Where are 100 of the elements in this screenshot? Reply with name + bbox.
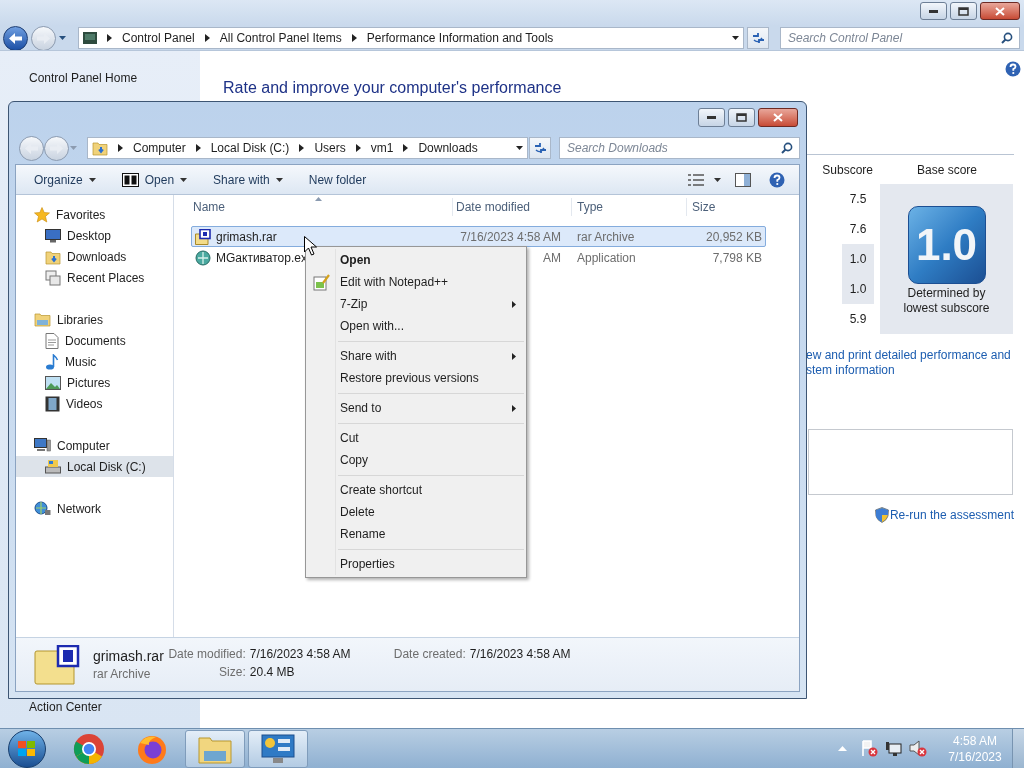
minimize-button[interactable] [698,108,725,127]
detail-value: 7/16/2023 4:58 AM [469,646,571,663]
file-name[interactable]: MGактиватор.ex [216,248,307,267]
back-button[interactable] [3,25,28,51]
search-icon [781,142,793,154]
details-link[interactable]: stem information [806,363,1014,378]
refresh-button[interactable] [747,27,769,49]
toolbar-button[interactable]: Share with [205,167,291,192]
computer-icon [34,438,51,453]
menu-item[interactable]: Send to [308,397,524,419]
menu-item[interactable]: Create shortcut [308,479,524,501]
close-icon [773,113,783,122]
search-field[interactable]: Search Downloads [559,137,800,159]
breadcrumb-item[interactable]: Users [314,139,346,157]
column-header[interactable]: Type [571,198,686,216]
minimize-icon [707,116,716,119]
nav-item[interactable]: Videos [16,393,173,414]
music-note-icon [45,353,59,370]
chevron-icon [204,34,210,42]
view-options-button[interactable] [688,173,721,186]
address-bar[interactable]: Control Panel All Control Panel Items Performance Information and Tools [78,27,744,49]
breadcrumb-item[interactable]: Control Panel [122,29,195,47]
base-score-caption: Determined by lowest subscore [902,286,991,316]
toolbar-button[interactable]: Open [113,167,196,192]
menu-item[interactable]: 7-Zip [308,293,524,315]
address-dropdown-icon [516,146,523,150]
caret-icon [88,177,96,182]
preview-pane-icon[interactable] [735,172,751,187]
caret-icon [275,177,283,182]
history-dropdown-icon [70,146,77,150]
nav-item[interactable]: Documents [16,330,173,351]
menu-item[interactable]: Edit with Notepad++ [308,271,524,293]
close-button[interactable] [980,2,1020,20]
column-header[interactable]: Size [686,198,766,216]
menu-item[interactable]: Share with [308,345,524,367]
column-header[interactable]: Name [191,198,452,216]
taskbar-button[interactable] [248,729,308,768]
help-icon[interactable] [1005,61,1021,77]
maximize-button[interactable] [950,2,977,20]
close-button[interactable] [758,108,798,127]
start-button[interactable] [8,729,46,768]
menu-item[interactable]: Restore previous versions [308,367,524,389]
breadcrumb-item[interactable]: vm1 [370,139,394,157]
search-field[interactable]: Search Control Panel [780,27,1020,49]
menu-item[interactable]: Delete [308,501,524,523]
file-name: grimash.rar [216,228,277,246]
sidebar-link[interactable]: Control Panel Home [29,71,138,85]
nav-item[interactable]: Recent Places [16,267,173,288]
nav-item[interactable]: Network [16,498,173,519]
chevron-icon [299,144,305,152]
file-type: rar Archive [576,228,636,246]
chevron-icon [403,144,409,152]
rerun-link[interactable]: Re-run the assessment [889,506,1014,524]
subscore-value: 1.0 [842,274,874,304]
file-date: 7/16/2023 4:58 AM [459,228,562,246]
folder-icon [92,140,108,156]
nav-item[interactable]: Pictures [16,372,173,393]
flag-warning-icon[interactable] [861,740,879,757]
nav-item[interactable]: Local Disk (C:) [16,456,173,477]
selected-file-name: grimash.rar [93,646,164,665]
history-dropdown-icon [59,36,66,40]
chevron-icon [355,144,361,152]
nav-item[interactable]: Favorites [16,204,173,225]
toolbar-button[interactable]: New folder [300,167,375,192]
nav-item[interactable]: Libraries [16,309,173,330]
menu-item[interactable]: Open [308,249,524,271]
nav-item[interactable]: Music [16,351,173,372]
submenu-arrow-icon [512,300,516,308]
sidebar-link[interactable]: Action Center [29,700,102,714]
nav-item[interactable]: Computer [16,435,173,456]
network-icon[interactable] [885,740,903,757]
file-row[interactable]: grimash.rar 7/16/2023 4:58 AM rar Archive 20,952 KB [191,226,766,247]
breadcrumb-item[interactable]: All Control Panel Items [219,29,342,47]
breadcrumb-item[interactable]: Downloads [418,139,478,157]
address-bar[interactable]: Computer Local Disk (C:) Users vm1 Downloads [87,137,528,159]
menu-item[interactable]: Rename [308,523,524,545]
file-size: 7,798 KB [711,249,762,267]
file-type: Application [576,249,637,267]
toolbar-button[interactable]: Organize [26,167,104,192]
chevron-icon [195,144,201,152]
breadcrumb-item[interactable]: Performance Information and Tools [366,29,554,47]
details-link[interactable]: ew and print detailed performance and [806,348,1014,363]
breadcrumb-item[interactable]: Computer [133,139,186,157]
menu-item[interactable]: Copy [308,449,524,471]
menu-item[interactable]: Open with... [308,315,524,337]
muted-speaker-icon[interactable] [909,740,928,757]
nav-item[interactable]: Desktop [16,225,173,246]
help-icon[interactable] [769,171,785,188]
film-strip-icon [45,395,60,412]
nav-item[interactable]: Downloads [16,246,173,267]
menu-item[interactable]: Properties [308,553,524,575]
refresh-button[interactable] [529,137,551,159]
maximize-icon [736,113,747,122]
menu-item[interactable]: Cut [308,427,524,449]
column-header[interactable]: Date modified [452,198,571,216]
maximize-button[interactable] [728,108,755,127]
file-date: AM [542,249,562,267]
minimize-button[interactable] [920,2,947,20]
library-folder-icon [34,312,51,327]
breadcrumb-item[interactable]: Local Disk (C:) [210,139,290,157]
